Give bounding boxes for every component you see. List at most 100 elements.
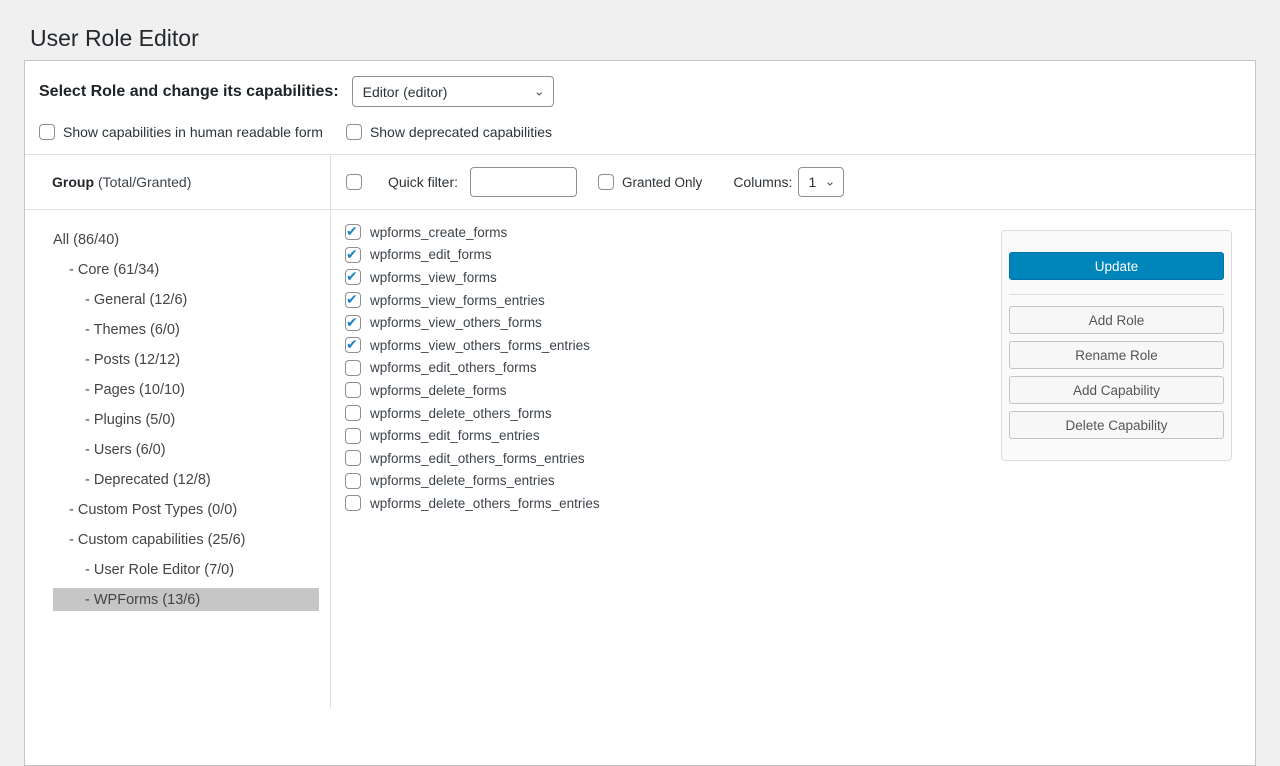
group-item-label: - Core (61/34) — [69, 262, 159, 278]
group-header-title: Group — [52, 174, 94, 190]
capability-checkbox[interactable] — [345, 292, 361, 308]
granted-only-label[interactable]: Granted Only — [622, 175, 702, 190]
granted-only-checkbox[interactable] — [598, 174, 614, 190]
capability-checkbox-wrap: ✔ — [345, 450, 361, 466]
capability-checkbox[interactable] — [345, 360, 361, 376]
main-panel: Select Role and change its capabilities:… — [24, 60, 1256, 766]
group-item[interactable]: - Posts (12/12) — [53, 348, 319, 371]
capability-checkbox[interactable] — [345, 337, 361, 353]
capability-label: wpforms_edit_forms_entries — [370, 428, 540, 443]
group-item[interactable]: - Themes (6/0) — [53, 318, 319, 341]
delete-capability-button[interactable]: Delete Capability — [1009, 411, 1224, 439]
role-select[interactable]: Editor (editor) — [352, 76, 554, 107]
group-item[interactable]: - Custom capabilities (25/6) — [53, 528, 319, 551]
group-item-label: - Themes (6/0) — [85, 322, 180, 338]
capability-label: wpforms_delete_forms — [370, 383, 507, 398]
capability-row[interactable]: ✔ wpforms_delete_others_forms_entries — [345, 492, 1001, 515]
capability-checkbox-wrap: ✔ — [345, 360, 361, 376]
group-item-label: - Custom Post Types (0/0) — [69, 502, 237, 518]
group-item-label: - Plugins (5/0) — [85, 412, 175, 428]
group-item-label: - Custom capabilities (25/6) — [69, 532, 246, 548]
group-item[interactable]: - Deprecated (12/8) — [53, 468, 319, 491]
quick-filter-label: Quick filter: — [388, 174, 458, 190]
capability-checkbox-wrap: ✔ — [345, 405, 361, 421]
role-select-wrap: Editor (editor) ⌄ — [352, 76, 554, 107]
capability-checkbox-wrap: ✔ — [345, 292, 361, 308]
capability-row[interactable]: ✔ wpforms_delete_forms — [345, 379, 1001, 402]
capability-checkbox-wrap: ✔ — [345, 224, 361, 240]
select-all-checkbox-wrap: ✔ — [346, 174, 362, 190]
capability-label: wpforms_view_forms — [370, 270, 497, 285]
capability-row[interactable]: ✔ wpforms_delete_forms_entries — [345, 470, 1001, 493]
capability-checkbox-wrap: ✔ — [345, 428, 361, 444]
filter-bar: ✔ Quick filter: ✔ Granted Only Columns: … — [331, 155, 1255, 210]
capability-row[interactable]: ✔ wpforms_edit_forms — [345, 244, 1001, 267]
capability-row[interactable]: ✔ wpforms_edit_others_forms_entries — [345, 447, 1001, 470]
capability-row[interactable]: ✔ wpforms_delete_others_forms — [345, 402, 1001, 425]
capability-row[interactable]: ✔ wpforms_create_forms — [345, 221, 1001, 244]
top-section: Select Role and change its capabilities:… — [25, 61, 1255, 154]
capability-row[interactable]: ✔ wpforms_view_others_forms_entries — [345, 334, 1001, 357]
add-capability-button[interactable]: Add Capability — [1009, 376, 1224, 404]
capability-label: wpforms_view_forms_entries — [370, 293, 545, 308]
capability-row[interactable]: ✔ wpforms_edit_forms_entries — [345, 424, 1001, 447]
options-row: ✔ Show capabilities in human readable fo… — [39, 124, 1241, 154]
groups-column: Group (Total/Granted) All (86/40) - Core… — [25, 155, 331, 709]
columns-container: Group (Total/Granted) All (86/40) - Core… — [25, 155, 1255, 709]
capability-checkbox[interactable] — [345, 382, 361, 398]
capability-label: wpforms_delete_others_forms — [370, 406, 552, 421]
group-item[interactable]: - Custom Post Types (0/0) — [53, 498, 319, 521]
capability-checkbox[interactable] — [345, 224, 361, 240]
group-item[interactable]: - General (12/6) — [53, 288, 319, 311]
capability-row[interactable]: ✔ wpforms_view_forms_entries — [345, 289, 1001, 312]
group-item[interactable]: - User Role Editor (7/0) — [53, 558, 319, 581]
capability-label: wpforms_create_forms — [370, 225, 507, 240]
deprecated-option[interactable]: ✔ Show deprecated capabilities — [346, 124, 552, 140]
human-readable-label: Show capabilities in human readable form — [63, 124, 323, 140]
capability-label: wpforms_edit_others_forms_entries — [370, 451, 585, 466]
capability-checkbox[interactable] — [345, 247, 361, 263]
capability-label: wpforms_delete_others_forms_entries — [370, 496, 600, 511]
deprecated-label: Show deprecated capabilities — [370, 124, 552, 140]
group-header-suffix: (Total/Granted) — [98, 174, 191, 190]
update-button[interactable]: Update — [1009, 252, 1224, 280]
capability-checkbox[interactable] — [345, 450, 361, 466]
capability-label: wpforms_edit_others_forms — [370, 360, 537, 375]
capability-label: wpforms_edit_forms — [370, 247, 492, 262]
group-item[interactable]: - Users (6/0) — [53, 438, 319, 461]
capability-checkbox[interactable] — [345, 405, 361, 421]
deprecated-checkbox[interactable] — [346, 124, 362, 140]
columns-select[interactable]: 1 — [798, 167, 844, 197]
group-item[interactable]: All (86/40) — [53, 228, 319, 251]
capability-checkbox[interactable] — [345, 428, 361, 444]
group-item-label: - Posts (12/12) — [85, 352, 180, 368]
capability-label: wpforms_view_others_forms_entries — [370, 338, 590, 353]
role-selector-label: Select Role and change its capabilities: — [39, 83, 339, 101]
group-item[interactable]: - Plugins (5/0) — [53, 408, 319, 431]
quick-filter-input[interactable] — [470, 167, 577, 197]
capability-checkbox-wrap: ✔ — [345, 382, 361, 398]
capability-checkbox[interactable] — [345, 495, 361, 511]
rename-role-button[interactable]: Rename Role — [1009, 341, 1224, 369]
capabilities-list: ✔ wpforms_create_forms ✔ wpforms_edit_fo… — [331, 210, 1001, 709]
human-readable-checkbox[interactable] — [39, 124, 55, 140]
group-item[interactable]: - WPForms (13/6) — [53, 588, 319, 611]
capability-row[interactable]: ✔ wpforms_view_others_forms — [345, 311, 1001, 334]
secondary-actions: Add Role Rename Role Add Capability Delete … — [1009, 306, 1224, 439]
capability-checkbox[interactable] — [345, 473, 361, 489]
capability-checkbox[interactable] — [345, 269, 361, 285]
deprecated-checkbox-wrap: ✔ — [346, 124, 362, 140]
group-item[interactable]: - Core (61/34) — [53, 258, 319, 281]
human-readable-option[interactable]: ✔ Show capabilities in human readable fo… — [39, 124, 323, 140]
capability-checkbox-wrap: ✔ — [345, 247, 361, 263]
group-item[interactable]: - Pages (10/10) — [53, 378, 319, 401]
capability-checkbox[interactable] — [345, 315, 361, 331]
group-item-label: - Pages (10/10) — [85, 382, 185, 398]
group-item-label: All (86/40) — [53, 232, 119, 248]
add-role-button[interactable]: Add Role — [1009, 306, 1224, 334]
group-item-label: - User Role Editor (7/0) — [85, 562, 234, 578]
capability-row[interactable]: ✔ wpforms_view_forms — [345, 266, 1001, 289]
select-all-checkbox[interactable] — [346, 174, 362, 190]
divider — [1009, 294, 1224, 295]
capability-row[interactable]: ✔ wpforms_edit_others_forms — [345, 357, 1001, 380]
